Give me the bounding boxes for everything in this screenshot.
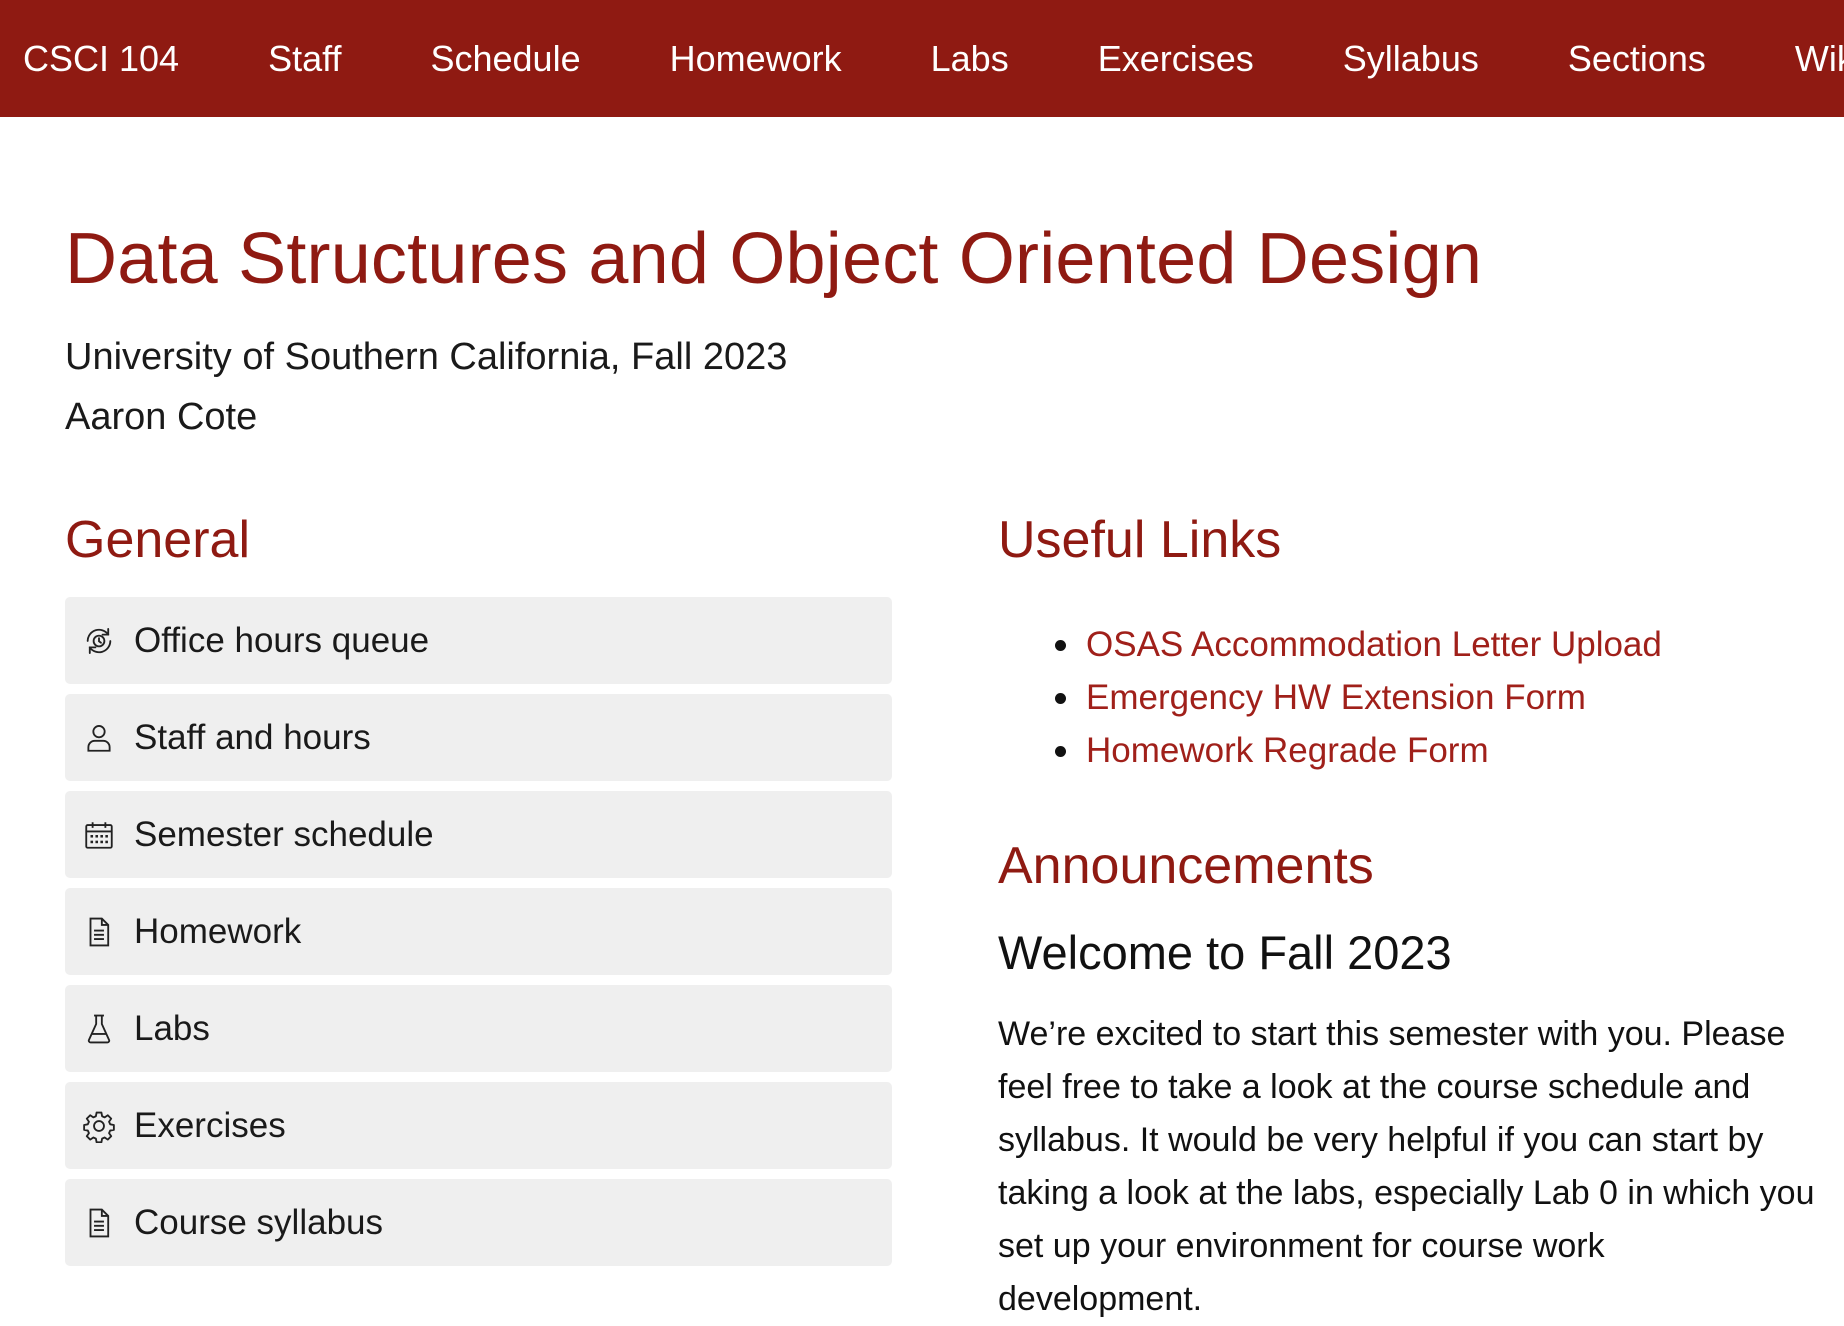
general-heading: General	[65, 511, 250, 569]
announcement-title: Welcome to Fall 2023	[998, 926, 1452, 979]
general-item-exercises[interactable]: Exercises	[65, 1082, 892, 1169]
bullet-icon	[1055, 692, 1066, 704]
general-link-list: Office hours queue Staff and hours Semes…	[65, 597, 892, 1276]
useful-links-list: OSAS Accommodation Letter Upload Emergen…	[1055, 618, 1662, 777]
queue-icon	[82, 624, 116, 658]
person-icon	[82, 721, 116, 755]
page-title: Data Structures and Object Oriented Desi…	[65, 219, 1483, 299]
general-item-label: Homework	[134, 911, 302, 951]
bullet-icon	[1055, 745, 1066, 757]
course-subtitle: University of Southern California, Fall …	[65, 336, 788, 378]
general-item-label: Semester schedule	[134, 814, 434, 854]
nav-item-homework[interactable]: Homework	[670, 38, 842, 80]
list-item: Emergency HW Extension Form	[1055, 671, 1662, 724]
list-item: Homework Regrade Form	[1055, 724, 1662, 777]
general-item-labs[interactable]: Labs	[65, 985, 892, 1072]
bullet-icon	[1055, 639, 1066, 651]
document-icon	[82, 915, 116, 949]
document-icon	[82, 1206, 116, 1240]
emergency-extension-form-link[interactable]: Emergency HW Extension Form	[1086, 678, 1586, 718]
announcements-heading: Announcements	[998, 837, 1374, 895]
general-item-label: Staff and hours	[134, 717, 371, 757]
nav-item-labs[interactable]: Labs	[931, 38, 1009, 80]
osas-letter-upload-link[interactable]: OSAS Accommodation Letter Upload	[1086, 625, 1662, 665]
general-item-course-syllabus[interactable]: Course syllabus	[65, 1179, 892, 1266]
instructor-name: Aaron Cote	[65, 396, 258, 438]
flask-icon	[82, 1012, 116, 1046]
general-item-staff-and-hours[interactable]: Staff and hours	[65, 694, 892, 781]
general-item-label: Labs	[134, 1008, 210, 1048]
nav-item-sections[interactable]: Sections	[1568, 38, 1706, 80]
general-item-label: Office hours queue	[134, 620, 430, 660]
nav-item-wiki[interactable]: Wiki	[1795, 38, 1844, 80]
general-item-semester-schedule[interactable]: Semester schedule	[65, 791, 892, 878]
nav-item-schedule[interactable]: Schedule	[430, 38, 580, 80]
gear-icon	[82, 1109, 116, 1143]
announcement-body: We’re excited to start this semester wit…	[998, 1015, 1815, 1318]
nav-item-exercises[interactable]: Exercises	[1098, 38, 1254, 80]
general-item-label: Exercises	[134, 1105, 286, 1145]
calendar-icon	[82, 818, 116, 852]
general-item-homework[interactable]: Homework	[65, 888, 892, 975]
general-item-label: Course syllabus	[134, 1202, 383, 1242]
useful-links-heading: Useful Links	[998, 511, 1282, 569]
general-item-office-hours-queue[interactable]: Office hours queue	[65, 597, 892, 684]
nav-brand-link[interactable]: CSCI 104	[23, 38, 179, 80]
list-item: OSAS Accommodation Letter Upload	[1055, 618, 1662, 671]
nav-item-syllabus[interactable]: Syllabus	[1343, 38, 1479, 80]
top-navbar: CSCI 104 Staff Schedule Homework Labs Ex…	[0, 0, 1844, 117]
nav-item-staff[interactable]: Staff	[268, 38, 341, 80]
regrade-form-link[interactable]: Homework Regrade Form	[1086, 731, 1489, 771]
